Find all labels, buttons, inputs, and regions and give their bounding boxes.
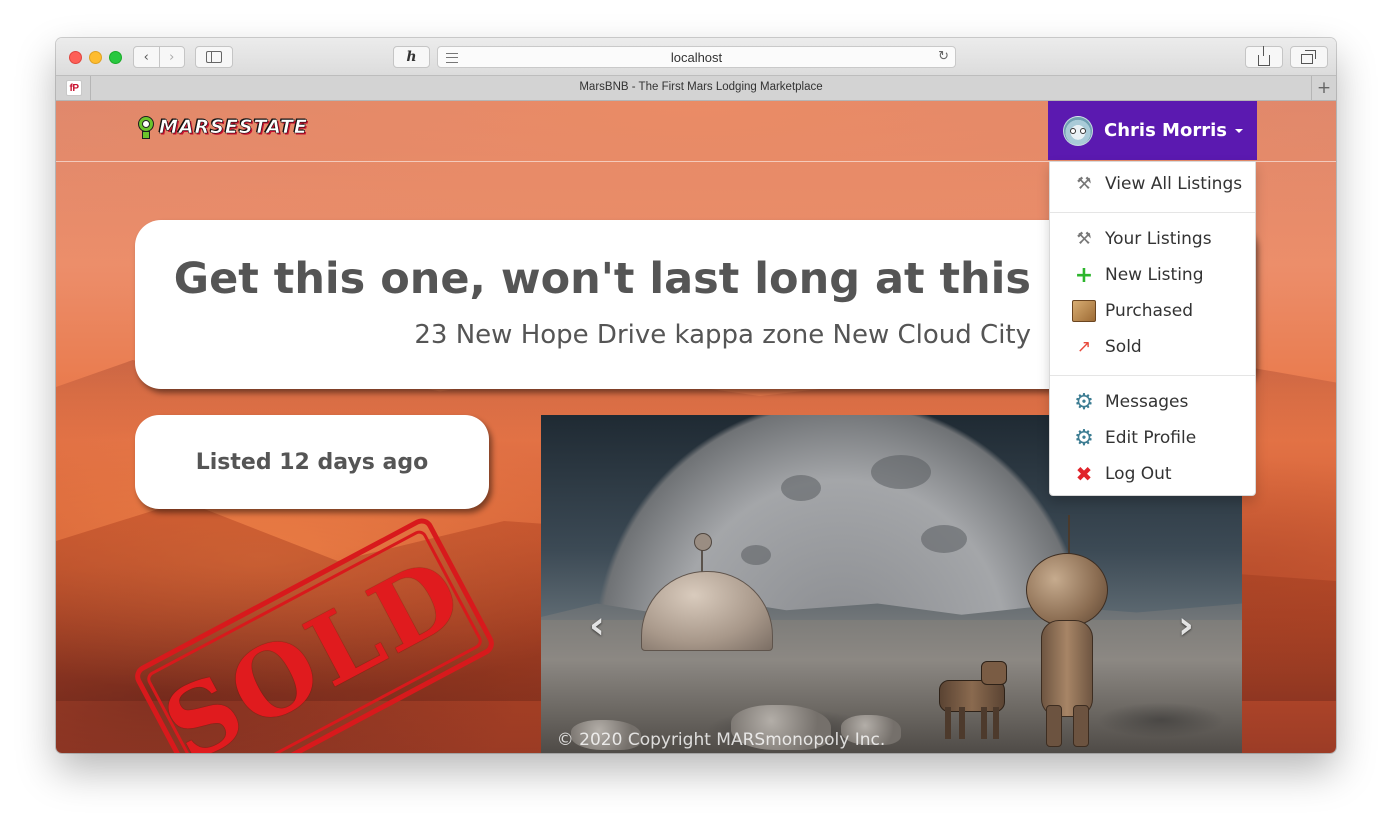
new-tab-button[interactable]: +: [1311, 76, 1336, 100]
robot-head: [1026, 553, 1108, 627]
moon-crater: [741, 545, 771, 565]
logo-wordmark: MARSESTATE: [159, 116, 308, 139]
menu-item-label: Messages: [1105, 392, 1189, 412]
menu-item-sold[interactable]: ↗ Sold: [1050, 331, 1255, 363]
user-menu-toggle[interactable]: Chris Morris: [1048, 101, 1257, 160]
rocket-icon: ↗: [1076, 337, 1092, 357]
pinned-tab-favicon[interactable]: fP: [66, 80, 82, 96]
share-icon: [1258, 45, 1270, 66]
menu-item-label: View All Listings: [1105, 174, 1243, 194]
back-button[interactable]: ‹: [134, 47, 159, 67]
extension-button[interactable]: h: [393, 46, 430, 68]
menu-item-label: Sold: [1105, 337, 1142, 357]
menu-divider: [1050, 375, 1255, 376]
footer-copyright: © 2020 Copyright MARSmonopoly Inc.: [556, 730, 886, 750]
avatar: [1063, 115, 1093, 146]
tools-icon: ⚒: [1076, 229, 1092, 249]
listing-address: 23 New Hope Drive kappa zone New Cloud C…: [414, 320, 1031, 350]
dome-beacon: [694, 533, 712, 551]
robot-dog-head: [981, 661, 1007, 685]
address-bar[interactable]: localhost ↻: [437, 46, 956, 68]
minimize-window-button[interactable]: [89, 51, 102, 64]
listed-age-card: Listed 12 days ago: [135, 415, 489, 509]
chevron-right-icon: ›: [169, 49, 175, 65]
sidebar-toggle-button[interactable]: [195, 46, 233, 68]
listed-age-text: Listed 12 days ago: [195, 449, 429, 475]
robot-body: [1041, 620, 1093, 717]
browser-toolbar: ‹ › h localhost ↻: [56, 38, 1336, 76]
menu-item-edit-profile[interactable]: ⚙ Edit Profile: [1050, 422, 1255, 454]
page-content: MARSESTATE Chris Morris Get this one, wo…: [56, 101, 1336, 753]
carousel-prev-button[interactable]: ‹: [577, 603, 617, 647]
gear-icon: ⚙: [1074, 389, 1094, 415]
menu-item-label: Log Out: [1105, 464, 1172, 484]
carousel-next-button[interactable]: ›: [1166, 603, 1206, 647]
moon-crater: [871, 455, 931, 489]
tab-bar: fP MarsBNB - The First Mars Lodging Mark…: [56, 76, 1336, 101]
sidebar-icon: [206, 51, 222, 63]
reload-icon[interactable]: ↻: [938, 49, 949, 64]
site-navbar: MARSESTATE Chris Morris: [56, 101, 1336, 162]
active-tab-title[interactable]: MarsBNB - The First Mars Lodging Marketp…: [90, 81, 1312, 93]
menu-item-new-listing[interactable]: + New Listing: [1050, 259, 1255, 291]
menu-item-your-listings[interactable]: ⚒ Your Listings: [1050, 223, 1255, 255]
gear-icon: ⚙: [1074, 425, 1094, 451]
extension-h-icon: h: [406, 49, 417, 65]
box-icon: [1072, 299, 1096, 323]
moon-crater: [921, 525, 967, 553]
menu-item-view-all-listings[interactable]: ⚒ View All Listings: [1050, 168, 1255, 200]
tab-overview-button[interactable]: [1290, 46, 1328, 68]
browser-window: ‹ › h localhost ↻ fP MarsBNB - The First…: [56, 38, 1336, 753]
close-window-button[interactable]: [69, 51, 82, 64]
x-icon: ✖: [1075, 462, 1093, 486]
menu-item-label: Purchased: [1105, 301, 1193, 321]
user-name: Chris Morris: [1104, 120, 1227, 141]
menu-item-label: New Listing: [1105, 265, 1204, 285]
forward-button[interactable]: ›: [158, 47, 185, 67]
robot-antenna: [1068, 515, 1070, 555]
menu-item-purchased[interactable]: Purchased: [1050, 295, 1255, 327]
menu-item-log-out[interactable]: ✖ Log Out: [1050, 458, 1255, 490]
caret-down-icon: [1234, 128, 1243, 133]
user-dropdown-menu: ⚒ View All Listings ⚒ Your Listings + Ne…: [1049, 161, 1256, 496]
tabs-icon: [1301, 50, 1316, 64]
address-url: localhost: [670, 50, 723, 65]
menu-item-label: Your Listings: [1105, 229, 1212, 249]
habitat-dome: [641, 571, 773, 651]
menu-divider: [1050, 212, 1255, 213]
history-nav-group: ‹ ›: [133, 46, 185, 68]
zoom-window-button[interactable]: [109, 51, 122, 64]
chevron-left-icon: ‹: [143, 49, 149, 65]
menu-item-label: Edit Profile: [1105, 428, 1197, 448]
moon-crater: [781, 475, 821, 501]
share-button[interactable]: [1245, 45, 1283, 68]
tools-icon: ⚒: [1076, 174, 1092, 194]
alien-mascot-icon: [137, 116, 155, 139]
menu-item-messages[interactable]: ⚙ Messages: [1050, 386, 1255, 418]
plus-icon: +: [1074, 262, 1094, 288]
site-logo[interactable]: MARSESTATE: [137, 112, 308, 142]
listing-headline: Get this one, won't last long at this: [173, 254, 1031, 304]
